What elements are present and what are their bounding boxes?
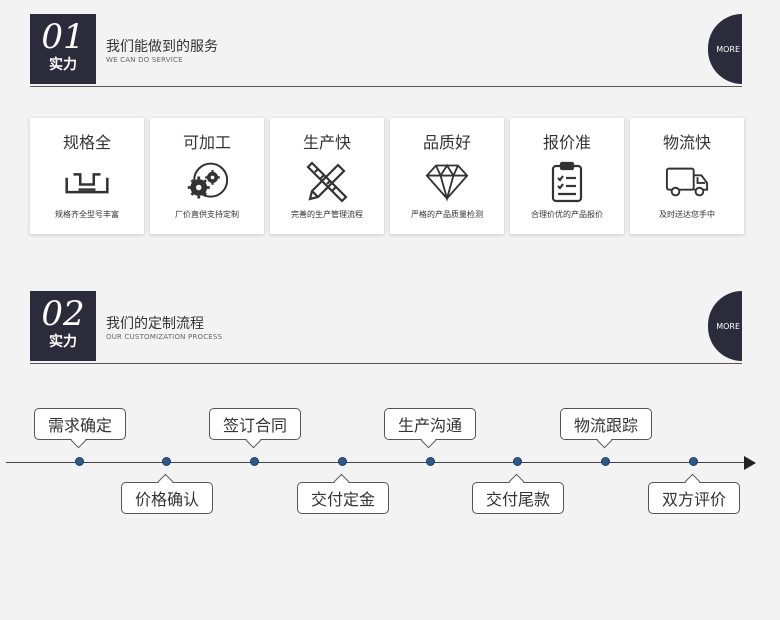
timeline-node: [689, 457, 698, 466]
service-card-logistics[interactable]: 物流快 及时送达您手中: [630, 118, 744, 234]
service-card-processing[interactable]: 可加工 厂价直供支持定制: [150, 118, 264, 234]
section-subtitle: WE CAN DO SERVICE: [106, 56, 183, 64]
process-step-8: 双方评价: [648, 482, 740, 514]
section-header-process: 02 实力 我们的定制流程 OUR CUSTOMIZATION PROCESS …: [30, 291, 742, 364]
process-step-4: 交付定金: [297, 482, 389, 514]
card-title: 品质好: [422, 133, 471, 152]
card-desc: 完善的生产管理流程: [291, 210, 363, 219]
card-desc: 规格齐全型号丰富: [55, 210, 119, 219]
gears-icon: [185, 160, 229, 204]
section-title: 我们的定制流程: [106, 316, 204, 332]
clipboard-icon: [545, 160, 589, 204]
card-title: 可加工: [182, 133, 231, 152]
section-badge: 01 实力: [30, 14, 96, 84]
process-step-5: 生产沟通: [384, 408, 476, 440]
process-timeline: 需求确定 价格确认 签订合同 交付定金 生产沟通 交付尾款 物流跟踪 双方评价: [0, 390, 780, 530]
section-title: 我们能做到的服务: [106, 39, 218, 55]
truck-icon: [665, 160, 709, 204]
timeline-node: [426, 457, 435, 466]
service-card-quality[interactable]: 品质好 严格的产品质量检测: [390, 118, 504, 234]
card-title: 报价准: [542, 133, 591, 152]
section-badge-label: 实力: [49, 334, 77, 350]
process-step-1: 需求确定: [34, 408, 126, 440]
process-step-2: 价格确认: [121, 482, 213, 514]
card-desc: 严格的产品质量检测: [411, 210, 483, 219]
card-desc: 及时送达您手中: [659, 210, 715, 219]
section-number: 01: [41, 17, 85, 57]
more-button[interactable]: MORE: [708, 14, 742, 84]
section-header-service: 01 实力 我们能做到的服务 WE CAN DO SERVICE MORE: [30, 14, 742, 87]
process-step-6: 交付尾款: [472, 482, 564, 514]
card-title: 物流快: [662, 133, 711, 152]
section-badge: 02 实力: [30, 291, 96, 361]
specs-bracket-icon: [65, 160, 109, 204]
timeline-node: [601, 457, 610, 466]
card-desc: 合理价优的产品报价: [531, 210, 603, 219]
timeline-node: [75, 457, 84, 466]
diamond-icon: [425, 160, 469, 204]
timeline-node: [250, 457, 259, 466]
arrow-right-icon: [744, 456, 756, 470]
process-step-3: 签订合同: [209, 408, 301, 440]
section-subtitle: OUR CUSTOMIZATION PROCESS: [106, 333, 223, 341]
service-card-quote[interactable]: 报价准 合理价优的产品报价: [510, 118, 624, 234]
timeline-node: [338, 457, 347, 466]
service-card-specs[interactable]: 规格全 规格齐全型号丰富: [30, 118, 144, 234]
card-title: 规格全: [62, 133, 111, 152]
service-card-production[interactable]: 生产快 完善的生产管理流程: [270, 118, 384, 234]
timeline-node: [513, 457, 522, 466]
section-badge-label: 实力: [49, 57, 77, 73]
process-step-7: 物流跟踪: [560, 408, 652, 440]
timeline-line: [6, 462, 746, 463]
card-desc: 厂价直供支持定制: [175, 210, 239, 219]
timeline-node: [162, 457, 171, 466]
card-title: 生产快: [302, 133, 351, 152]
section-number: 02: [41, 294, 85, 334]
ruler-pencil-icon: [305, 160, 349, 204]
more-button[interactable]: MORE: [708, 291, 742, 361]
